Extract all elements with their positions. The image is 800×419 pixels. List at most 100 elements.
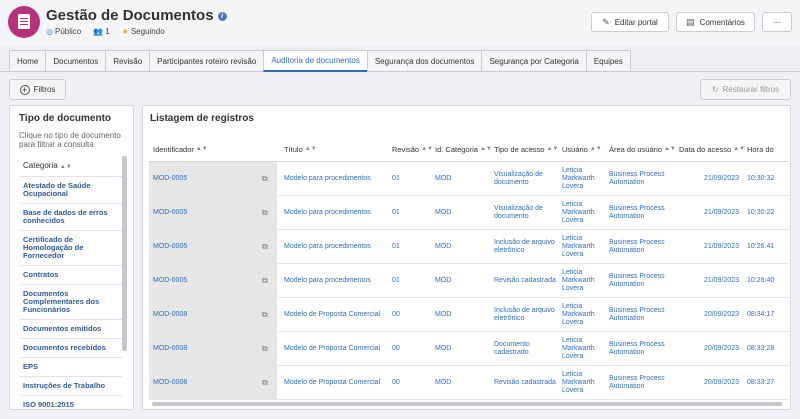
category-item[interactable]: Base de dados de erros conhecidos	[19, 203, 122, 230]
table-cell[interactable]: Modelo de Proposta Comercial	[284, 366, 389, 400]
edit-portal-button[interactable]: ✎ Editar portal	[591, 12, 669, 32]
sort-icon: ▲▼	[59, 164, 72, 170]
restore-filters-button[interactable]: ↻ Restaurar filtros	[700, 79, 791, 100]
column-header[interactable]: Data do acesso ▲▼	[679, 136, 745, 162]
tab-documentos[interactable]: Documentos	[45, 50, 106, 72]
table-row[interactable]: ⧉ MOD-0005 Modelo para procedimentos 01 MOD I…	[149, 230, 789, 264]
table-cell: 10:30:22	[747, 209, 775, 216]
table-cell: 00	[392, 311, 400, 318]
category-item[interactable]: EPS	[19, 357, 122, 376]
table-header: Identificador ▲▼ Título ▲▼ Revisão ▲▼ Id. Cate…	[149, 136, 789, 162]
table-cell: 20/09/2023	[703, 345, 739, 352]
table-cell[interactable]: MOD-0008	[153, 298, 253, 332]
external-link-icon[interactable]: ⧉	[262, 208, 268, 218]
table-cell[interactable]: MOD-0005	[153, 230, 253, 264]
horizontal-scrollbar[interactable]	[152, 402, 782, 406]
table-cell: MOD	[435, 175, 452, 182]
document-type-hint: Clique no tipo de documento para filtrar…	[19, 131, 121, 149]
external-link-icon[interactable]: ⧉	[262, 344, 268, 354]
sort-icon: ▲▼	[304, 146, 317, 152]
table-cell: 20/09/2023	[703, 379, 739, 386]
following-status[interactable]: ★ Seguindo	[122, 27, 165, 36]
table-cell[interactable]: Modelo para procedimentos	[284, 264, 389, 298]
category-item[interactable]: Contratos	[19, 265, 122, 284]
plus-circle-icon: +	[19, 84, 30, 95]
external-link-icon[interactable]: ⧉	[262, 242, 268, 252]
comments-button[interactable]: ▤ Comentários	[676, 12, 755, 32]
tab-home[interactable]: Home	[9, 50, 46, 72]
category-scrollbar[interactable]	[122, 156, 127, 351]
table-cell: Business Process Automation	[609, 273, 665, 288]
column-header-label: Hora do	[747, 144, 774, 154]
table-cell: 01	[392, 175, 400, 182]
column-header[interactable]: Id. Categoria ▲▼	[435, 136, 492, 162]
category-item[interactable]: Certificado de Homologação de Fornecedor	[19, 230, 122, 265]
table-row[interactable]: ⧉ MOD-0008 Modelo de Proposta Comercial 00 M…	[149, 366, 789, 400]
info-icon[interactable]: i	[217, 12, 227, 21]
category-item[interactable]: Documentos Complementares dos Funcionári…	[19, 284, 122, 319]
external-link-icon[interactable]: ⧉	[262, 174, 268, 184]
column-header[interactable]: Título ▲▼	[284, 136, 317, 162]
table-cell: Business Process Automation	[609, 341, 665, 356]
table-cell: Business Process Automation	[609, 205, 665, 220]
category-item[interactable]: Documentos recebidos	[19, 338, 122, 357]
table-cell: 01	[392, 209, 400, 216]
column-header-label: Área do usuário	[609, 144, 662, 154]
external-link-icon[interactable]: ⧉	[262, 276, 268, 286]
column-header[interactable]: Usuário ▲▼	[562, 136, 602, 162]
table-cell[interactable]: MOD-0005	[153, 196, 253, 230]
category-item[interactable]: Instruções de Trabalho	[19, 376, 122, 395]
table-cell: Documento cadastrado	[494, 341, 530, 356]
members-count[interactable]: 👥 1	[93, 27, 109, 36]
table-cell: MOD	[435, 277, 452, 284]
sort-icon: ▲▼	[589, 146, 602, 152]
table-row[interactable]: ⧉ MOD-0008 Modelo de Proposta Comercial 00 M…	[149, 298, 789, 332]
table-cell[interactable]: Modelo de Proposta Comercial	[284, 298, 389, 332]
table-cell: 08:34:17	[747, 311, 775, 318]
table-cell[interactable]: Modelo para procedimentos	[284, 162, 389, 196]
table-cell: MOD	[435, 311, 452, 318]
category-item[interactable]: Documentos emitidos	[19, 319, 122, 338]
table-row[interactable]: ⧉ MOD-0005 Modelo para procedimentos 01 MOD V…	[149, 196, 789, 230]
sort-icon: ▲▼	[195, 146, 208, 152]
column-header[interactable]: Área do usuário ▲▼	[609, 136, 676, 162]
visibility-text: Público	[54, 27, 82, 36]
tab-participantes-roteiro-revisao[interactable]: Participantes roteiro revisão	[149, 50, 264, 72]
members-text: 1	[105, 27, 110, 36]
filters-button[interactable]: + Filtros	[9, 79, 66, 100]
records-panel: Listagem de registros Identificador ▲▼ Tít…	[142, 105, 791, 410]
star-icon: ★	[121, 27, 129, 36]
tab-revisao[interactable]: Revisão	[105, 50, 150, 72]
tab-seguranca-dos-documentos[interactable]: Segurança dos documentos	[366, 50, 482, 72]
category-item[interactable]: ISO 9001:2015	[19, 395, 122, 409]
column-header[interactable]: Tipo de acesso ▲▼	[494, 136, 558, 162]
column-header[interactable]: Hora do	[747, 136, 774, 162]
column-header[interactable]: Revisão ▲▼	[392, 136, 433, 162]
sort-icon: ▲▼	[733, 146, 746, 152]
column-header[interactable]: Identificador ▲▼	[153, 136, 208, 162]
table-cell[interactable]: Modelo de Proposta Comercial	[284, 332, 389, 366]
table-cell[interactable]: Modelo para procedimentos	[284, 230, 389, 264]
table-cell[interactable]: Modelo para procedimentos	[284, 196, 389, 230]
table-row[interactable]: ⧉ MOD-0005 Modelo para procedimentos 01 MOD V…	[149, 162, 789, 196]
tab-seguranca-por-categoria[interactable]: Segurança por Categoria	[481, 50, 586, 72]
external-link-icon[interactable]: ⧉	[262, 310, 268, 320]
category-header[interactable]: Categoria ▲▼	[23, 161, 72, 170]
table-cell: Business Process Automation	[609, 171, 665, 186]
external-link-icon[interactable]: ⧉	[262, 378, 268, 388]
table-cell: Business Process Automation	[609, 307, 665, 322]
table-cell[interactable]: MOD-0008	[153, 366, 253, 400]
more-options-button[interactable]: ···	[762, 12, 792, 32]
table-cell[interactable]: MOD-0008	[153, 332, 253, 366]
comment-icon: ▤	[686, 16, 695, 27]
category-item[interactable]: Atestado de Saúde Ocupacional	[19, 176, 122, 203]
sort-icon: ▲▼	[479, 146, 492, 152]
tab-auditoria-de-documentos[interactable]: Auditoria de documentos	[263, 50, 367, 72]
pencil-icon: ✎	[602, 16, 610, 27]
table-row[interactable]: ⧉ MOD-0005 Modelo para procedimentos 01 MOD R…	[149, 264, 789, 298]
table-cell[interactable]: MOD-0005	[153, 162, 253, 196]
table-row[interactable]: ⧉ MOD-0008 Modelo de Proposta Comercial 00 M…	[149, 332, 789, 366]
table-cell[interactable]: MOD-0005	[153, 264, 253, 298]
tab-equipes[interactable]: Equipes	[585, 50, 631, 72]
users-icon: 👥	[93, 27, 104, 36]
